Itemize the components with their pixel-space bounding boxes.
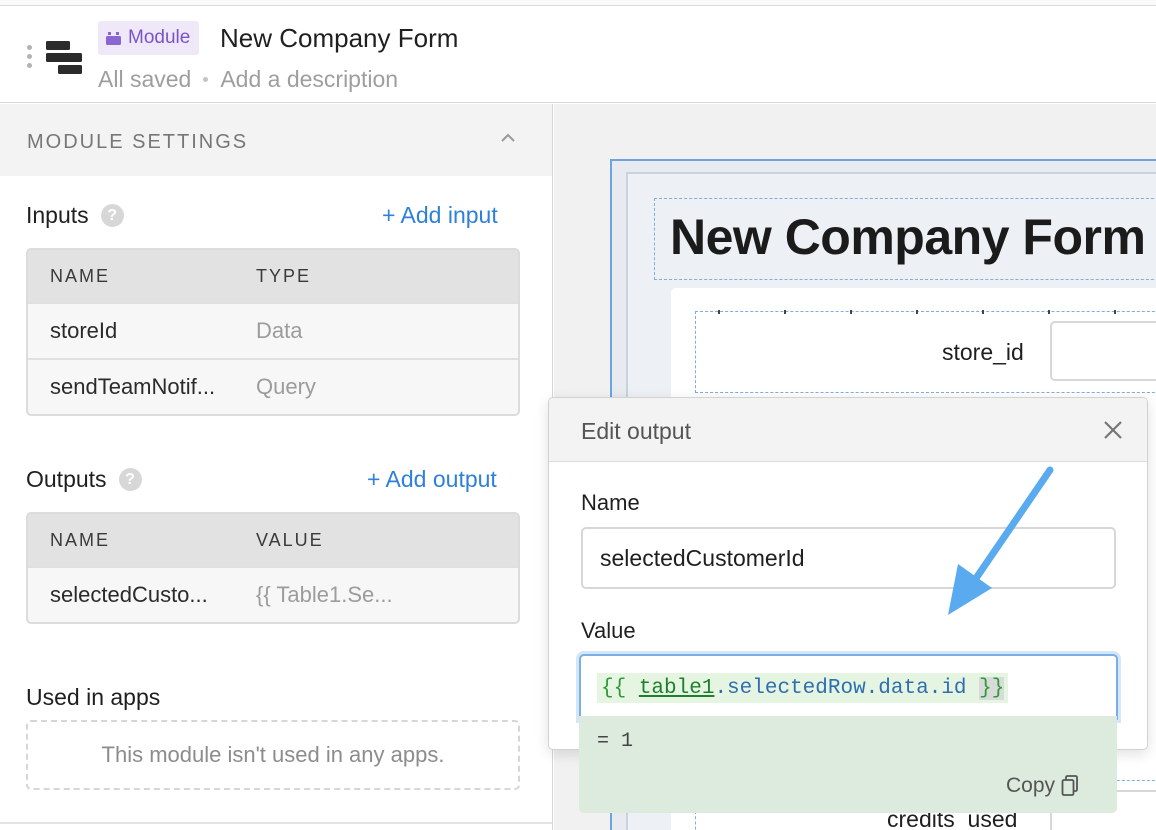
name-field-label: Name bbox=[581, 490, 640, 515]
add-output-link[interactable]: + Add output bbox=[367, 466, 497, 493]
value-field-label: Value bbox=[581, 618, 636, 643]
annotation-arrow-icon bbox=[948, 466, 1054, 615]
add-input-link[interactable]: + Add input bbox=[382, 202, 498, 229]
used-in-apps-empty: This module isn't used in any apps. bbox=[26, 720, 520, 790]
table-row[interactable]: sendTeamNotif... Query bbox=[28, 358, 518, 414]
column-header-value: VALUE bbox=[256, 529, 324, 550]
column-header-name: NAME bbox=[50, 265, 111, 286]
column-header-type: TYPE bbox=[256, 265, 312, 286]
inputs-title: Inputs ? bbox=[26, 202, 124, 229]
evaluated-value: = 1 bbox=[597, 730, 634, 753]
module-settings-header[interactable]: MODULE SETTINGS bbox=[0, 104, 552, 176]
evaluated-result: = 1 Copy bbox=[579, 716, 1117, 813]
grid-tick bbox=[850, 310, 852, 314]
code-identifier[interactable]: table1 bbox=[639, 677, 715, 700]
output-value: {{ Table1.Se... bbox=[256, 582, 393, 607]
input-name: storeId bbox=[50, 318, 118, 343]
outputs-title-label: Outputs bbox=[26, 466, 107, 492]
store-id-input[interactable] bbox=[1050, 321, 1156, 381]
module-badge-icon bbox=[106, 31, 121, 45]
save-status: All saved bbox=[98, 66, 192, 92]
chevron-up-icon[interactable] bbox=[500, 132, 516, 144]
grid-tick bbox=[784, 310, 786, 314]
drag-handle-icon[interactable] bbox=[27, 45, 33, 71]
module-settings-panel: MODULE SETTINGS Inputs ? + Add input NAM… bbox=[0, 104, 553, 830]
inputs-table-header: NAME TYPE bbox=[28, 250, 518, 302]
code-open-braces: {{ bbox=[601, 676, 627, 700]
grid-tick bbox=[982, 310, 984, 314]
close-icon[interactable] bbox=[1101, 418, 1125, 442]
module-subline: All saved Add a description bbox=[98, 66, 398, 93]
code-expression: {{ table1 .selectedRow.data.id }} bbox=[597, 673, 1009, 703]
copy-icon bbox=[1061, 775, 1078, 796]
code-close-braces: }} bbox=[979, 676, 1005, 700]
outputs-table: NAME VALUE selectedCusto... {{ Table1.Se… bbox=[26, 512, 520, 624]
inputs-table: NAME TYPE storeId Data sendTeamNotif... … bbox=[26, 248, 520, 416]
module-title[interactable]: New Company Form bbox=[220, 23, 458, 54]
form-heading[interactable]: New Company Form bbox=[670, 208, 1146, 266]
inputs-title-label: Inputs bbox=[26, 202, 89, 228]
code-property-path: .selectedRow.data.id bbox=[714, 676, 967, 700]
module-badge-label: Module bbox=[128, 27, 191, 48]
popover-header: Edit output bbox=[549, 398, 1147, 462]
input-name: sendTeamNotif... bbox=[50, 374, 216, 399]
inputs-help-icon[interactable]: ? bbox=[100, 204, 124, 227]
module-badge: Module bbox=[98, 21, 200, 55]
output-name: selectedCusto... bbox=[50, 582, 208, 607]
used-in-apps-title: Used in apps bbox=[26, 684, 161, 710]
copy-label: Copy bbox=[1006, 774, 1056, 797]
column-header-name: NAME bbox=[50, 529, 111, 550]
grid-tick bbox=[1114, 310, 1116, 314]
add-description-link[interactable]: Add a description bbox=[220, 66, 398, 93]
module-logo-icon bbox=[46, 41, 82, 74]
outputs-table-header: NAME VALUE bbox=[28, 514, 518, 566]
popover-title: Edit output bbox=[581, 418, 691, 444]
output-value-editor[interactable]: {{ table1 .selectedRow.data.id }} bbox=[579, 654, 1118, 720]
divider bbox=[0, 822, 552, 824]
separator-dot bbox=[203, 77, 209, 82]
module-header: Module New Company Form All saved Add a … bbox=[0, 7, 1156, 103]
copy-button[interactable]: Copy bbox=[1006, 774, 1079, 798]
grid-tick bbox=[1048, 310, 1050, 314]
window-top-strip bbox=[0, 0, 1156, 6]
module-settings-label: MODULE SETTINGS bbox=[27, 131, 249, 153]
table-row[interactable]: storeId Data bbox=[28, 302, 518, 358]
grid-tick bbox=[916, 310, 918, 314]
input-type: Query bbox=[256, 374, 316, 399]
outputs-title: Outputs ? bbox=[26, 466, 142, 493]
table-row[interactable]: selectedCusto... {{ Table1.Se... bbox=[28, 566, 518, 622]
outputs-help-icon[interactable]: ? bbox=[118, 468, 142, 491]
input-type: Data bbox=[256, 318, 303, 343]
grid-tick bbox=[718, 310, 720, 314]
store-id-label: store_id bbox=[942, 339, 1024, 365]
